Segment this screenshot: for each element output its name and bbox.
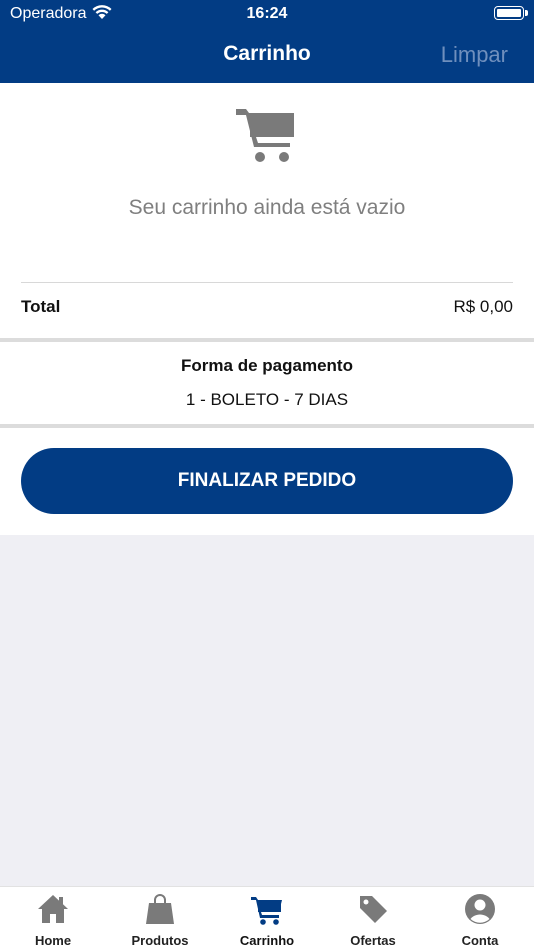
tab-carrinho[interactable]: Carrinho (214, 887, 320, 950)
clear-cart-button[interactable]: Limpar (441, 42, 508, 68)
divider (0, 424, 534, 428)
tab-home[interactable]: Home (0, 887, 106, 950)
nav-bar: Carrinho Limpar (0, 28, 534, 83)
payment-method-label: Forma de pagamento (181, 356, 353, 375)
payment-method-value[interactable]: 1 - BOLETO - 7 DIAS (0, 390, 534, 410)
tab-bar: Home Produtos Carrinho Ofertas Conta (0, 886, 534, 950)
tab-label: Conta (461, 933, 499, 948)
tag-icon (360, 896, 387, 923)
tab-label: Produtos (131, 933, 189, 948)
total-label: Total (21, 297, 61, 316)
empty-cart-icon (236, 109, 294, 162)
tab-label: Home (34, 933, 72, 948)
divider (21, 282, 513, 283)
tab-label: Ofertas (350, 933, 396, 948)
tab-label: Carrinho (239, 933, 295, 948)
total-value: R$ 0,00 (453, 297, 513, 316)
shopping-bag-icon (146, 894, 174, 924)
finish-order-button[interactable]: FINALIZAR PEDIDO (21, 448, 513, 514)
tab-produtos[interactable]: Produtos (107, 887, 213, 950)
divider (0, 338, 534, 342)
cart-icon (251, 897, 282, 925)
empty-cart-message: Seu carrinho ainda está vazio (128, 196, 406, 219)
tab-conta[interactable]: Conta (427, 887, 533, 950)
battery-icon (494, 6, 528, 20)
status-bar: Operadora 16:24 (0, 0, 534, 28)
clock: 16:24 (246, 5, 288, 22)
tab-ofertas[interactable]: Ofertas (320, 887, 426, 950)
user-icon (465, 894, 495, 924)
home-icon (38, 895, 68, 923)
cart-panel: Seu carrinho ainda está vazio Total R$ 0… (0, 83, 534, 535)
